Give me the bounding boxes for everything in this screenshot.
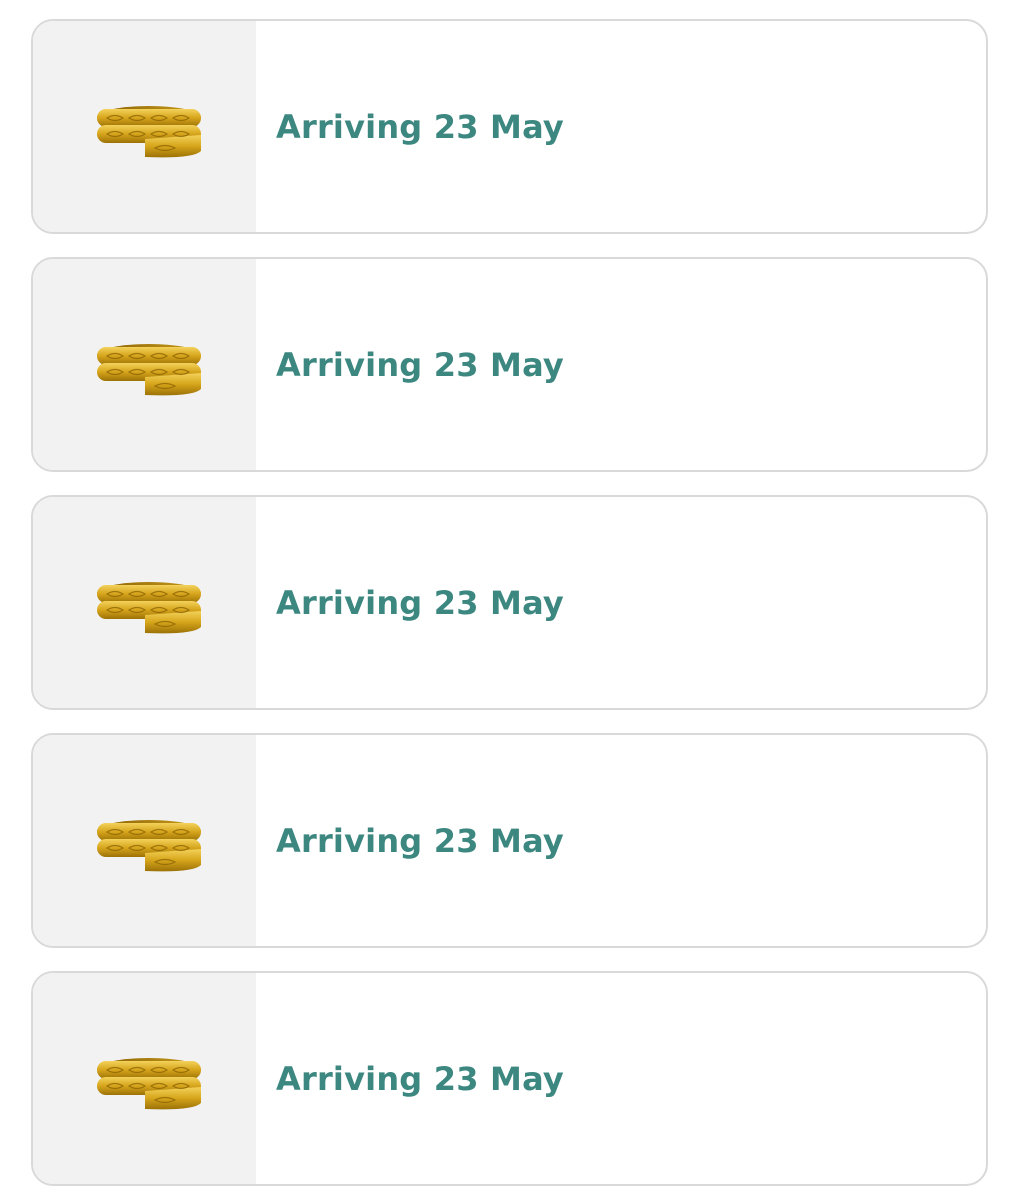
delivery-status: Arriving 23 May <box>276 345 564 384</box>
order-card[interactable]: Arriving 23 May <box>31 971 988 1186</box>
order-card[interactable]: Arriving 23 May <box>31 257 988 472</box>
gold-spiral-ring-icon <box>93 571 205 637</box>
product-thumbnail[interactable] <box>33 21 256 232</box>
gold-spiral-ring-icon <box>93 809 205 875</box>
order-card[interactable]: Arriving 23 May <box>31 733 988 948</box>
order-list: Arriving 23 May Arriving 23 May Arriving… <box>0 0 1023 1200</box>
delivery-status: Arriving 23 May <box>276 107 564 146</box>
product-thumbnail[interactable] <box>33 735 256 946</box>
product-thumbnail[interactable] <box>33 497 256 708</box>
gold-spiral-ring-icon <box>93 95 205 161</box>
gold-spiral-ring-icon <box>93 1047 205 1113</box>
gold-spiral-ring-icon <box>93 333 205 399</box>
product-thumbnail[interactable] <box>33 973 256 1184</box>
delivery-status: Arriving 23 May <box>276 1059 564 1098</box>
product-thumbnail[interactable] <box>33 259 256 470</box>
delivery-status: Arriving 23 May <box>276 583 564 622</box>
order-card[interactable]: Arriving 23 May <box>31 495 988 710</box>
delivery-status: Arriving 23 May <box>276 821 564 860</box>
order-card[interactable]: Arriving 23 May <box>31 19 988 234</box>
